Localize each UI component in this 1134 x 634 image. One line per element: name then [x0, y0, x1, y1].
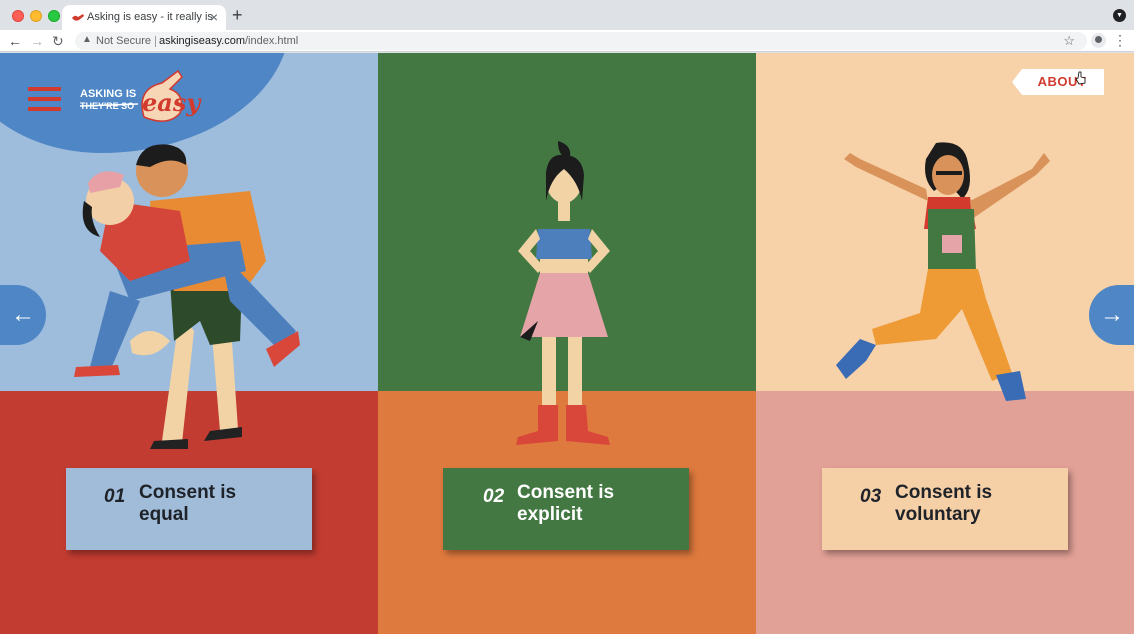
close-window-button[interactable] — [12, 10, 24, 22]
tab-title: Asking is easy - it really is — [87, 11, 213, 23]
browser-menu-icon[interactable]: ⋮ — [1113, 31, 1127, 49]
minimize-window-button[interactable] — [30, 10, 42, 22]
card-consent-explicit[interactable]: 02 Consent is explicit — [443, 468, 689, 550]
card-title: Consent is explicit — [517, 482, 615, 525]
site-logo[interactable]: ASKING IS THEY'RE SO easy — [78, 69, 218, 129]
card-number: 01 — [104, 486, 126, 507]
card-consent-voluntary[interactable]: 03 Consent is voluntary — [822, 468, 1068, 550]
hamburger-menu-button[interactable] — [28, 87, 61, 111]
url-text: askingiseasy.com/index.html — [159, 35, 298, 47]
url-domain: askingiseasy.com — [159, 35, 245, 47]
about-button[interactable]: ABOUT — [1012, 69, 1104, 95]
woman-jumping-illustration — [836, 142, 1050, 401]
new-tab-button[interactable]: + — [232, 4, 243, 26]
back-button[interactable]: ← — [8, 31, 22, 51]
card-number: 02 — [483, 486, 505, 507]
address-bar[interactable]: ▲ Not Secure askingiseasy.com/index.html… — [75, 32, 1087, 50]
card-title: Consent is voluntary — [895, 482, 993, 525]
browser-tab[interactable]: Asking is easy - it really is × — [62, 5, 226, 30]
reload-button[interactable]: ↻ — [52, 31, 64, 51]
hand-pointer-cursor-icon — [1075, 71, 1086, 85]
tab-close-icon[interactable]: × — [210, 8, 218, 26]
security-label: Not Secure — [96, 35, 152, 47]
hand-favicon-icon — [72, 14, 84, 21]
profile-avatar-icon[interactable] — [1091, 33, 1106, 48]
forward-button[interactable]: → — [30, 31, 44, 51]
bookmark-star-icon[interactable]: ☆ — [1063, 33, 1075, 49]
warning-triangle-icon: ▲ — [82, 34, 92, 45]
couple-piggyback-illustration — [74, 144, 300, 449]
card-consent-equal[interactable]: 01 Consent is equal — [66, 468, 312, 550]
browser-tab-bar: Asking is easy - it really is × + ▼ — [0, 0, 1134, 30]
url-path: /index.html — [245, 35, 299, 47]
tab-search-chevron-icon[interactable]: ▼ — [1113, 9, 1126, 22]
arrow-right-icon: → — [1100, 301, 1124, 328]
omnibox-divider — [155, 36, 156, 47]
arrow-left-icon: ← — [11, 301, 35, 328]
maximize-window-button[interactable] — [48, 10, 60, 22]
browser-toolbar: ← → ↻ ▲ Not Secure askingiseasy.com/inde… — [0, 30, 1134, 52]
woman-hands-on-hips-illustration — [516, 141, 610, 445]
logo-top-text: ASKING IS — [80, 88, 136, 100]
card-title: Consent is equal — [139, 482, 237, 525]
card-number: 03 — [860, 486, 882, 507]
website-viewport: ASKING IS THEY'RE SO easy ← → ABOUT 01 C… — [0, 53, 1134, 634]
logo-script-text: easy — [142, 88, 202, 117]
